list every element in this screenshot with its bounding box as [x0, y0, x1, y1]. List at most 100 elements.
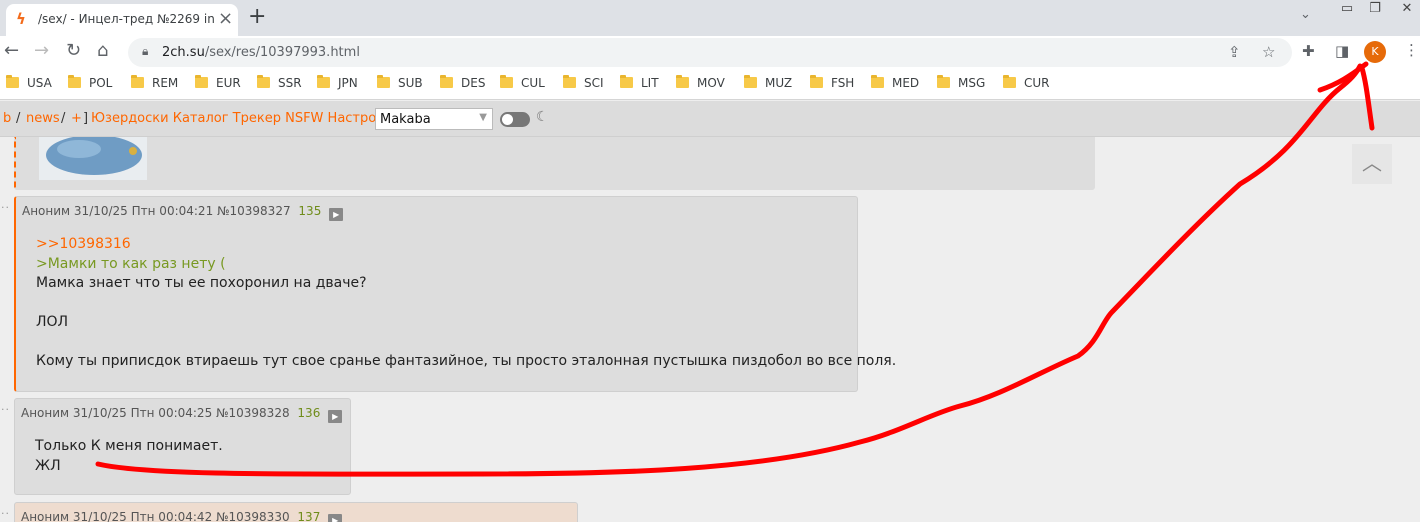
post-thumbnail[interactable] [39, 137, 147, 180]
post-header: Аноним 31/10/25 Птн 00:04:42 №10398330 1… [21, 510, 343, 522]
board-sep: / [16, 111, 21, 126]
page-content: b / news / + ] Юзердоски Каталог Трекер … [0, 101, 1420, 522]
post-date: 31/10/25 Птн 00:04:25 [72, 406, 213, 420]
bookmark-muz[interactable]: MUZ [744, 75, 792, 94]
url-path: /sex/res/10397993.html [204, 45, 360, 60]
moon-icon[interactable]: ☾ [536, 109, 549, 125]
folder-icon [131, 75, 144, 88]
bookmark-eur[interactable]: EUR [195, 75, 241, 94]
bookmark-cur[interactable]: CUR [1003, 75, 1050, 94]
board-link-b[interactable]: b [3, 111, 11, 126]
folder-icon [500, 75, 513, 88]
tab-search-icon[interactable]: ⌄ [1300, 7, 1311, 22]
bookmark-mov[interactable]: MOV [676, 75, 725, 94]
folder-icon [68, 75, 81, 88]
post-number[interactable]: №10398327 [217, 204, 291, 218]
toggle-knob [502, 114, 513, 125]
folder-icon [317, 75, 330, 88]
share-icon[interactable]: ⇪ [1228, 43, 1241, 61]
post-date: 31/10/25 Птн 00:04:42 [72, 510, 213, 522]
tab-strip: ϟ /sex/ - Инцел-тред №2269 incel × + ⌄ ▭… [0, 0, 1420, 36]
post-text-line: Кому ты приписдок втираешь тут свое сран… [36, 353, 897, 369]
close-window-icon[interactable]: ✕ [1392, 0, 1420, 20]
bookmark-med[interactable]: MED [871, 75, 919, 94]
lightning-favicon-icon: ϟ [16, 10, 26, 28]
post-body: Только К меня понимает. ЖЛ [35, 437, 223, 476]
play-icon[interactable]: ▶ [328, 410, 343, 423]
browser-tab[interactable]: ϟ /sex/ - Инцел-тред №2269 incel × [6, 4, 238, 36]
side-panel-icon[interactable]: ◨ [1335, 42, 1349, 60]
play-icon[interactable]: ▶ [328, 514, 343, 522]
bookmark-sci[interactable]: SCI [563, 75, 604, 94]
url-text[interactable]: 2ch.su/sex/res/10397993.html [162, 45, 360, 60]
bookmark-fsh[interactable]: FSH [810, 75, 854, 94]
url-host: 2ch.su [162, 45, 205, 60]
browser-menu-icon[interactable]: ⋮ [1404, 41, 1419, 59]
bookmark-cul[interactable]: CUL [500, 75, 545, 94]
bookmark-usa[interactable]: USA [6, 75, 52, 94]
thumbnail-image [39, 137, 147, 180]
folder-icon [257, 75, 270, 88]
extensions-puzzle-icon[interactable]: ✚ [1302, 42, 1315, 60]
bookmark-msg[interactable]: MSG [937, 75, 985, 94]
post: Аноним 31/10/25 Птн 00:04:42 №10398330 1… [14, 502, 578, 522]
post-count: 137 [297, 510, 321, 522]
star-icon[interactable]: ☆ [1262, 43, 1275, 61]
post-number[interactable]: №10398328 [216, 406, 290, 420]
bookmark-ssr[interactable]: SSR [257, 75, 302, 94]
board-menu-links[interactable]: Юзердоски Каталог Трекер NSFW Настройки [91, 111, 401, 126]
tab-close-icon[interactable]: × [218, 8, 233, 29]
post-author: Аноним [21, 510, 70, 522]
scroll-to-top-button[interactable]: ︿ [1352, 144, 1392, 184]
post: Аноним 31/10/25 Птн 00:04:21 №10398327 1… [14, 196, 896, 392]
post-body: >>10398316 >Мамки то как раз нету ( Мамк… [36, 235, 896, 372]
greentext-quote: >Мамки то как раз нету ( [36, 255, 226, 272]
board-sep: / [61, 111, 66, 126]
post-number[interactable]: №10398330 [216, 510, 290, 522]
bookmark-sub[interactable]: SUB [377, 75, 423, 94]
bookmark-pol[interactable]: POL [68, 75, 112, 94]
folder-icon [1003, 75, 1016, 88]
post-text-line: Только К меня понимает. [35, 438, 223, 454]
profile-avatar[interactable]: K [1364, 41, 1386, 63]
restore-icon[interactable]: ❐ [1360, 0, 1390, 20]
board-link-news[interactable]: news [26, 111, 60, 126]
folder-icon [563, 75, 576, 88]
minimize-icon[interactable]: ▭ [1332, 0, 1362, 20]
arrow-right-icon[interactable]: → [34, 40, 49, 61]
arrow-left-icon[interactable]: ← [4, 40, 19, 61]
night-mode-toggle[interactable] [500, 112, 530, 127]
post-text-line: ЖЛ [35, 457, 61, 474]
bookmark-lit[interactable]: LIT [620, 75, 659, 94]
post-dots[interactable]: ·· [1, 403, 10, 416]
home-icon[interactable]: ⌂ [97, 40, 108, 61]
bookmark-jpn[interactable]: JPN [317, 75, 358, 94]
style-select-value: Makaba [380, 112, 431, 127]
post-author: Аноним [22, 204, 71, 218]
post-text-line: Мамка знает что ты ее похоронил на дваче… [36, 275, 367, 291]
post-date: 31/10/25 Птн 00:04:21 [73, 204, 214, 218]
new-tab-button[interactable]: + [248, 4, 266, 29]
reply-link[interactable]: >>10398316 [36, 235, 896, 255]
lock-icon[interactable]: 🔒︎ [142, 44, 148, 59]
style-select[interactable]: Makaba ▼ [375, 108, 493, 130]
folder-icon [620, 75, 633, 88]
post-dots[interactable]: ·· [1, 201, 10, 214]
folder-icon [195, 75, 208, 88]
post-text-line: ЛОЛ [36, 314, 69, 330]
folder-icon [937, 75, 950, 88]
folder-icon [744, 75, 757, 88]
bookmarks-bar: USA POL REM EUR SSR JPN SUB DES CUL SCI … [0, 70, 1420, 100]
post-dots[interactable]: ·· [1, 507, 10, 520]
play-icon[interactable]: ▶ [329, 208, 344, 221]
reload-icon[interactable]: ↻ [66, 40, 81, 61]
previous-post-fragment [14, 137, 1095, 190]
board-link-plus[interactable]: + [71, 111, 82, 126]
folder-icon [377, 75, 390, 88]
post-author: Аноним [21, 406, 70, 420]
post-header: Аноним 31/10/25 Птн 00:04:25 №10398328 1… [21, 406, 343, 423]
url-bar[interactable]: 🔒︎ 2ch.su/sex/res/10397993.html ⇪ ☆ [128, 38, 1292, 67]
bookmark-des[interactable]: DES [440, 75, 485, 94]
chevron-up-icon: ︿ [1362, 151, 1382, 175]
bookmark-rem[interactable]: REM [131, 75, 178, 94]
